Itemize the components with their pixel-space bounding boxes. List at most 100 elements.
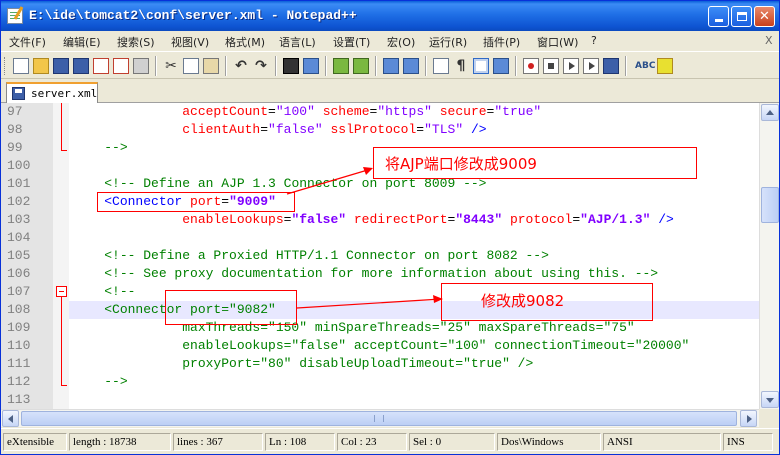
fold-line (61, 297, 62, 386)
zoom-in-icon[interactable] (333, 58, 349, 74)
fold-margin[interactable] (53, 391, 69, 409)
code-token: secure (439, 104, 487, 119)
fold-margin[interactable] (53, 175, 69, 193)
fold-margin[interactable] (53, 157, 69, 175)
find-icon[interactable] (283, 58, 299, 74)
vertical-scrollbar[interactable] (759, 103, 779, 409)
undo-icon[interactable]: ↶ (233, 58, 249, 74)
menu-macro[interactable]: 宏(O) (387, 34, 415, 50)
scroll-up-button[interactable] (761, 104, 779, 121)
fold-margin[interactable] (53, 193, 69, 211)
menu-edit[interactable]: 编辑(E) (63, 34, 101, 50)
scroll-down-button[interactable] (761, 391, 779, 408)
menu-language[interactable]: 语言(L) (279, 34, 316, 50)
run-macro-multiple-icon[interactable] (583, 58, 599, 74)
show-all-chars-icon[interactable]: ¶ (453, 58, 469, 74)
fold-toggle-icon[interactable] (56, 286, 67, 297)
menu-run[interactable]: 运行(R) (429, 34, 467, 50)
close-button[interactable]: ✕ (754, 6, 775, 27)
code-token: --> (104, 140, 128, 155)
code-token: proxyPort="80" disableUploadTimeout="tru… (182, 356, 534, 371)
close-icon[interactable] (93, 58, 109, 74)
status-encoding[interactable]: ANSI (603, 433, 721, 451)
word-wrap-icon[interactable] (433, 58, 449, 74)
vertical-scroll-thumb[interactable] (761, 187, 779, 223)
doc-map-icon[interactable] (657, 58, 673, 74)
menu-help[interactable]: ? (591, 34, 597, 47)
fold-margin[interactable] (53, 247, 69, 265)
code-token: /> (658, 212, 674, 227)
tab-server-xml[interactable]: server.xml (6, 82, 98, 103)
indent-guide-icon[interactable] (473, 58, 489, 74)
new-file-icon[interactable] (13, 58, 29, 74)
menu-plugins[interactable]: 插件(P) (483, 34, 520, 50)
stop-macro-icon[interactable] (543, 58, 559, 74)
play-macro-icon[interactable] (563, 58, 579, 74)
status-insert-mode[interactable]: INS (723, 433, 773, 451)
code-line[interactable]: 111 proxyPort="80" disableUploadTimeout=… (1, 355, 759, 373)
line-number: 113 (1, 391, 53, 409)
fold-margin[interactable] (53, 211, 69, 229)
code-token: = (260, 122, 269, 137)
code-line[interactable]: 110 enableLookups="false" acceptCount="1… (1, 337, 759, 355)
cut-icon[interactable]: ✂ (163, 58, 179, 74)
code-token: acceptCount (182, 104, 269, 119)
copy-icon[interactable] (183, 58, 199, 74)
fold-margin[interactable] (53, 229, 69, 247)
code-line[interactable]: 113 (1, 391, 759, 409)
record-macro-icon[interactable] (523, 58, 539, 74)
scroll-right-button[interactable] (740, 410, 757, 427)
close-all-icon[interactable] (113, 58, 129, 74)
notepadpp-app-icon[interactable] (7, 8, 23, 24)
code-line[interactable]: 105 <!-- Define a Proxied HTTP/1.1 Conne… (1, 247, 759, 265)
code-text: <!-- See proxy documentation for more in… (69, 265, 658, 283)
code-line[interactable]: 104 (1, 229, 759, 247)
scroll-left-button[interactable] (2, 410, 19, 427)
spell-check-icon[interactable]: ABC (635, 58, 655, 74)
save-all-icon[interactable] (73, 58, 89, 74)
horizontal-scroll-thumb[interactable] (21, 411, 737, 426)
title-bar[interactable]: E:\ide\tomcat2\conf\server.xml - Notepad… (1, 1, 779, 31)
code-line[interactable]: 112 --> (1, 373, 759, 391)
menu-search[interactable]: 搜索(S) (117, 34, 155, 50)
redo-icon[interactable]: ↷ (253, 58, 269, 74)
code-line[interactable]: 97 acceptCount="100" scheme="https" secu… (1, 103, 759, 121)
code-line[interactable]: 98 clientAuth="false" sslProtocol="TLS" … (1, 121, 759, 139)
menu-format[interactable]: 格式(M) (225, 34, 265, 50)
code-line[interactable]: 109 maxThreads="150" minSpareThreads="25… (1, 319, 759, 337)
paste-icon[interactable] (203, 58, 219, 74)
sync-h-icon[interactable] (403, 58, 419, 74)
save-icon[interactable] (53, 58, 69, 74)
menu-view[interactable]: 视图(V) (171, 34, 209, 50)
minimize-button[interactable] (708, 6, 729, 27)
menu-window[interactable]: 窗口(W) (537, 34, 578, 50)
save-macro-icon[interactable] (603, 58, 619, 74)
window-title: E:\ide\tomcat2\conf\server.xml - Notepad… (29, 8, 357, 23)
zoom-out-icon[interactable] (353, 58, 369, 74)
code-token: protocol (509, 212, 573, 227)
user-lang-icon[interactable] (493, 58, 509, 74)
status-eol-format[interactable]: Dos\Windows (497, 433, 601, 451)
tab-bar: server.xml (1, 80, 779, 103)
code-token: <!-- See proxy documentation for more in… (104, 266, 659, 281)
print-icon[interactable] (133, 58, 149, 74)
code-line[interactable]: 103 enableLookups="false" redirectPort="… (1, 211, 759, 229)
code-editor[interactable]: 97 acceptCount="100" scheme="https" secu… (1, 103, 759, 409)
close-document-button[interactable]: X (765, 34, 773, 47)
toolbar-grip[interactable] (4, 57, 7, 75)
open-file-icon[interactable] (33, 58, 49, 74)
maximize-button[interactable] (731, 6, 752, 27)
code-token: enableLookups="false" acceptCount="100" … (182, 338, 690, 353)
fold-margin[interactable] (53, 265, 69, 283)
code-text: <!-- Define a Proxied HTTP/1.1 Connector… (69, 247, 549, 265)
sync-v-icon[interactable] (383, 58, 399, 74)
replace-icon[interactable] (303, 58, 319, 74)
menu-settings[interactable]: 设置(T) (333, 34, 370, 50)
horizontal-scrollbar[interactable] (1, 409, 759, 427)
code-line[interactable]: 106 <!-- See proxy documentation for mor… (1, 265, 759, 283)
menu-file[interactable]: 文件(F) (9, 34, 46, 50)
